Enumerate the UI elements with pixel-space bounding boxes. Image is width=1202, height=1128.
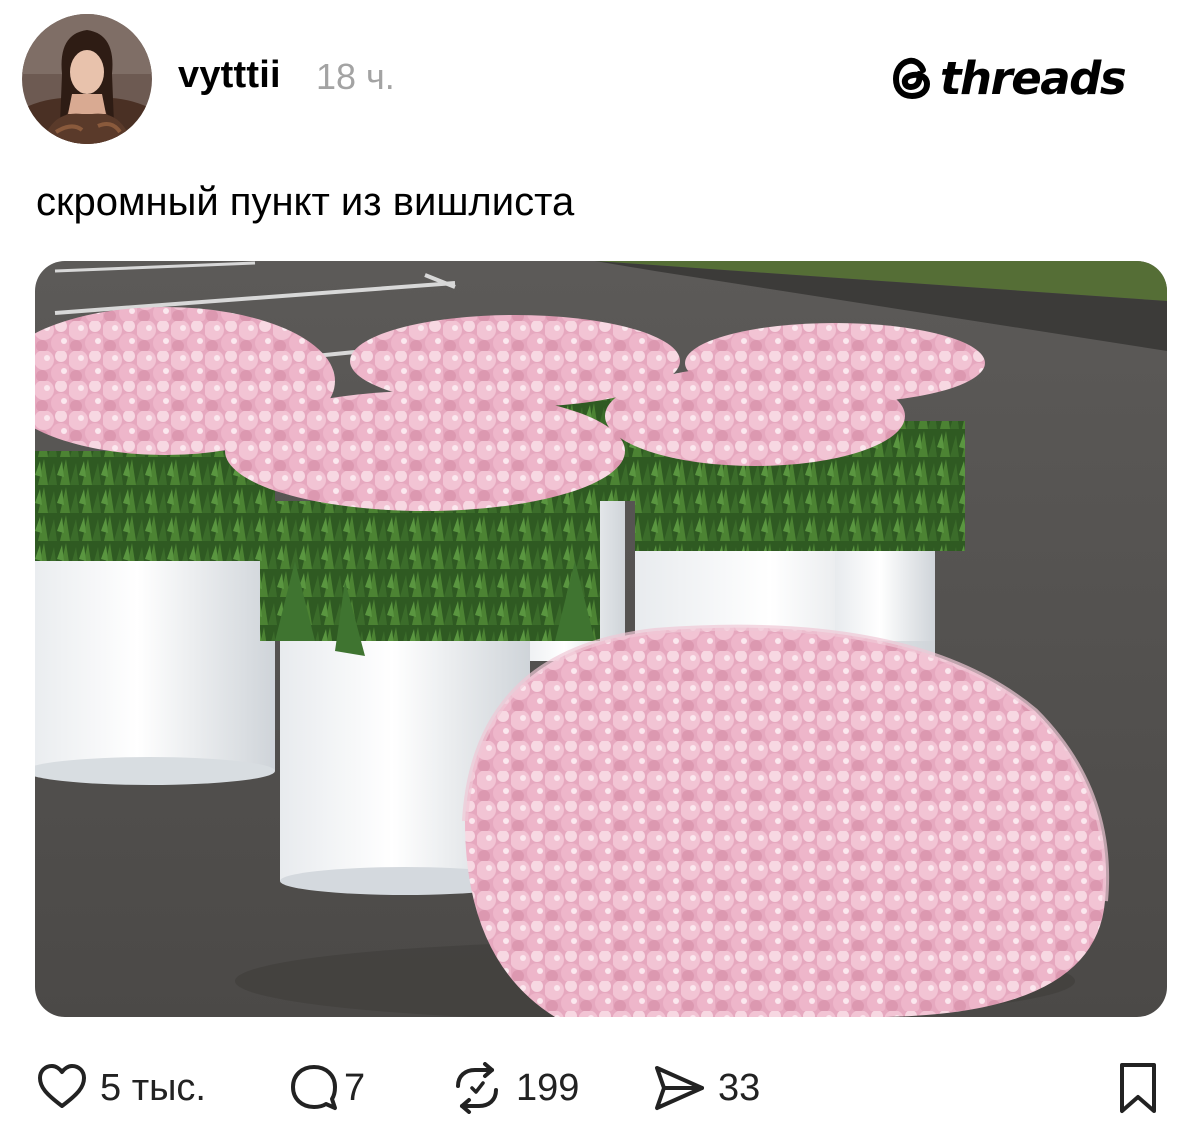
peony-bouquets-photo	[35, 261, 1167, 1017]
threads-logo-icon	[892, 57, 931, 100]
comment-bubble-icon	[291, 1065, 337, 1110]
send-plane-icon	[655, 1066, 704, 1110]
post-timestamp: 18 ч.	[316, 56, 395, 97]
post-actions: 5 тыс. 7 199 33	[0, 1056, 1202, 1120]
reposts-count: 199	[516, 1066, 580, 1109]
save-button[interactable]	[1114, 1056, 1162, 1120]
comment-button[interactable]: 7	[288, 1056, 365, 1120]
username[interactable]: vytttii	[178, 54, 281, 97]
post-image[interactable]	[35, 261, 1167, 1017]
post-text: скромный пункт из вишлиста	[36, 180, 575, 224]
like-button[interactable]: 5 тыс.	[36, 1056, 206, 1120]
repost-arrows-icon	[456, 1062, 498, 1114]
shares-count: 33	[718, 1066, 761, 1109]
comments-count: 7	[344, 1066, 366, 1109]
likes-count: 5 тыс.	[100, 1066, 206, 1109]
bookmark-icon	[1120, 1063, 1156, 1113]
threads-brand: threads	[888, 50, 1127, 106]
brand-name: threads	[940, 51, 1127, 105]
heart-icon	[38, 1064, 86, 1108]
avatar-photo	[22, 14, 152, 144]
avatar[interactable]	[22, 14, 152, 144]
repost-button[interactable]: 199	[450, 1056, 579, 1120]
threads-post: vytttii 18 ч. threads скромный пункт из …	[0, 0, 1202, 1128]
share-button[interactable]: 33	[652, 1056, 760, 1120]
